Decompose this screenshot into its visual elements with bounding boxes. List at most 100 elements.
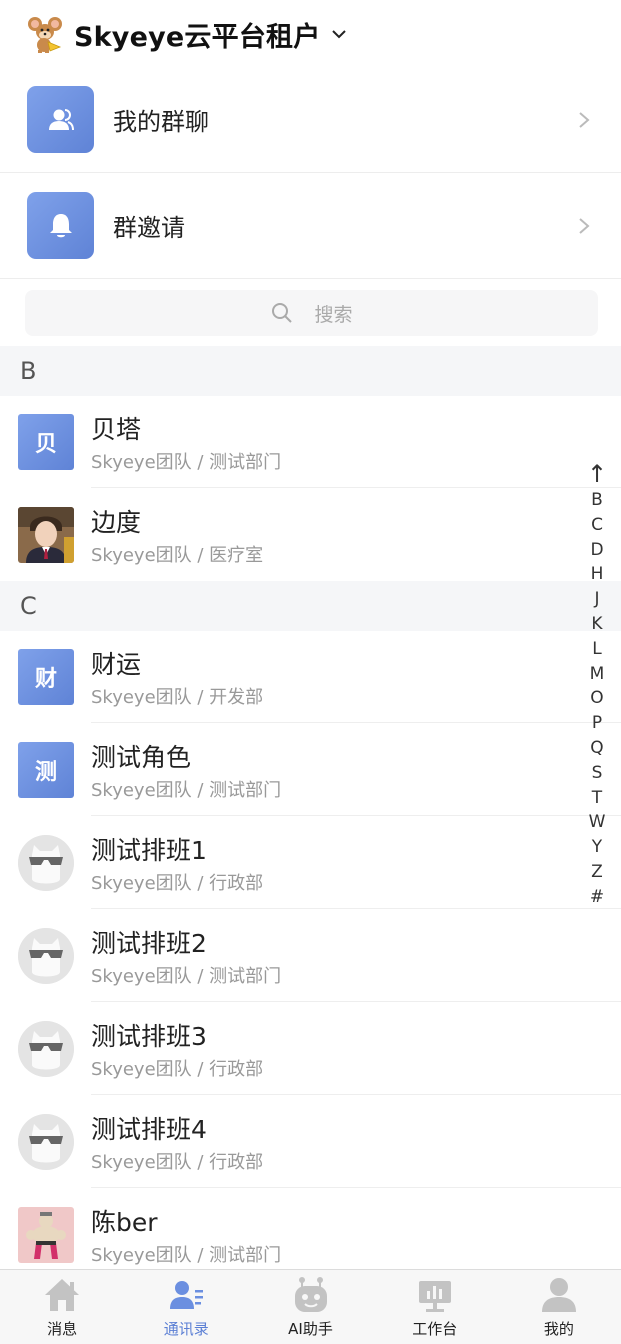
group-icon	[48, 108, 74, 130]
contact-org: Skyeye团队 / 医疗室	[91, 545, 264, 566]
default-avatar	[18, 1114, 74, 1170]
contact-name: 贝塔	[91, 415, 142, 444]
contact-name: 边度	[91, 508, 142, 537]
index-letter[interactable]: Z	[591, 860, 603, 885]
contact-item[interactable]: 测试排班3 Skyeye团队 / 行政部	[0, 1003, 621, 1095]
contact-item[interactable]: 测试排班4 Skyeye团队 / 行政部	[0, 1096, 621, 1188]
tab-label: 通讯录	[163, 1320, 209, 1338]
index-letter[interactable]: T	[592, 786, 602, 811]
alphabet-index-bar[interactable]: ↑ B C D H J K L M O P Q S T W Y Z #	[584, 460, 610, 910]
cat-sunglasses-icon	[18, 835, 74, 891]
chevron-right-icon	[579, 217, 590, 234]
profile-icon	[541, 1278, 576, 1312]
robot-icon	[294, 1277, 327, 1312]
group-invite-tile	[27, 192, 94, 259]
index-letter[interactable]: O	[590, 686, 603, 711]
contact-item[interactable]: 陈ber Skyeye团队 / 测试部门	[0, 1189, 621, 1281]
index-letter[interactable]: D	[590, 538, 603, 563]
contact-org: Skyeye团队 / 行政部	[91, 873, 264, 894]
avatar: 贝	[18, 414, 74, 470]
contact-item[interactable]: 测试排班1 Skyeye团队 / 行政部	[0, 817, 621, 909]
contact-org: Skyeye团队 / 开发部	[91, 687, 264, 708]
contact-item[interactable]: 贝 贝塔 Skyeye团队 / 测试部门	[0, 396, 621, 488]
divider	[91, 1001, 621, 1002]
contact-org: Skyeye团队 / 测试部门	[91, 1245, 282, 1266]
contact-item[interactable]: 测 测试角色 Skyeye团队 / 测试部门	[0, 724, 621, 816]
contact-name: 财运	[91, 650, 142, 679]
divider	[91, 722, 621, 723]
index-letter[interactable]: #	[590, 885, 604, 910]
default-avatar	[18, 1021, 74, 1077]
search-icon	[272, 303, 293, 323]
section-header-b: B	[0, 346, 621, 396]
index-letter[interactable]: C	[591, 513, 603, 538]
mouse-logo-icon	[28, 17, 62, 53]
cat-sunglasses-icon	[18, 1114, 74, 1170]
bottom-tab-bar: 消息 通讯录 AI助手 工作台 我的	[0, 1269, 621, 1344]
divider	[91, 1094, 621, 1095]
contact-name: 测试排班2	[91, 929, 207, 958]
contact-name: 测试排班1	[91, 836, 207, 865]
default-avatar	[18, 835, 74, 891]
group-chat-tile	[27, 86, 94, 153]
tab-contacts[interactable]: 通讯录	[124, 1270, 248, 1344]
tab-me[interactable]: 我的	[497, 1270, 621, 1344]
group-invites-label: 群邀请	[113, 214, 185, 242]
tab-messages[interactable]: 消息	[0, 1270, 124, 1344]
contact-org: Skyeye团队 / 测试部门	[91, 966, 282, 987]
tab-label: 工作台	[412, 1320, 458, 1338]
divider	[91, 487, 621, 488]
contact-org: Skyeye团队 / 测试部门	[91, 780, 282, 801]
person-photo-icon	[18, 507, 74, 563]
tenant-title[interactable]: Skyeye云平台租户	[74, 15, 320, 54]
home-icon	[45, 1279, 80, 1311]
search-placeholder: 搜索	[314, 303, 353, 326]
index-letter[interactable]: L	[592, 637, 601, 662]
avatar-photo	[18, 507, 74, 563]
index-letter[interactable]: Q	[590, 736, 603, 761]
tab-label: 消息	[47, 1320, 78, 1338]
divider	[91, 1187, 621, 1188]
contact-item[interactable]: 边度 Skyeye团队 / 医疗室	[0, 489, 621, 581]
chevron-down-icon[interactable]	[330, 25, 348, 43]
index-letter[interactable]: Y	[592, 835, 602, 860]
tab-label: 我的	[543, 1320, 574, 1338]
index-letter[interactable]: W	[589, 810, 606, 835]
tab-workbench[interactable]: 工作台	[373, 1270, 497, 1344]
header: Skyeye云平台租户	[0, 0, 621, 68]
workbench-icon	[418, 1281, 451, 1312]
contact-name: 测试排班4	[91, 1115, 207, 1144]
index-letter[interactable]: H	[591, 562, 604, 587]
my-groups-entry[interactable]: 我的群聊	[0, 67, 621, 173]
contact-org: Skyeye团队 / 行政部	[91, 1059, 264, 1080]
contact-item[interactable]: 财 财运 Skyeye团队 / 开发部	[0, 631, 621, 723]
my-groups-label: 我的群聊	[113, 108, 209, 136]
index-letter[interactable]: P	[592, 711, 602, 736]
cartoon-character-icon	[18, 1207, 74, 1263]
bell-icon	[49, 213, 72, 237]
search-input[interactable]: 搜索	[25, 290, 598, 336]
index-top-arrow[interactable]: ↑	[587, 460, 607, 488]
avatar: 财	[18, 649, 74, 705]
index-letter[interactable]: J	[594, 587, 599, 612]
contact-name: 陈ber	[91, 1208, 158, 1237]
contact-org: Skyeye团队 / 测试部门	[91, 452, 282, 473]
section-header-c: C	[0, 581, 621, 631]
chevron-right-icon	[579, 111, 590, 128]
contacts-screen: Skyeye云平台租户 我的群聊 群邀请 搜索 B 贝 贝塔 Skyeye团队 …	[0, 0, 621, 1344]
tab-ai-assistant[interactable]: AI助手	[248, 1270, 372, 1344]
avatar: 测	[18, 742, 74, 798]
index-letter[interactable]: S	[592, 761, 603, 786]
cat-sunglasses-icon	[18, 928, 74, 984]
cat-sunglasses-icon	[18, 1021, 74, 1077]
contact-org: Skyeye团队 / 行政部	[91, 1152, 264, 1173]
contact-name: 测试排班3	[91, 1022, 207, 1051]
tab-label: AI助手	[288, 1320, 333, 1338]
index-letter[interactable]: B	[591, 488, 603, 513]
group-invites-entry[interactable]: 群邀请	[0, 173, 621, 279]
contacts-icon	[170, 1281, 204, 1309]
divider	[91, 815, 621, 816]
index-letter[interactable]: M	[590, 662, 605, 687]
index-letter[interactable]: K	[591, 612, 602, 637]
contact-item[interactable]: 测试排班2 Skyeye团队 / 测试部门	[0, 910, 621, 1002]
